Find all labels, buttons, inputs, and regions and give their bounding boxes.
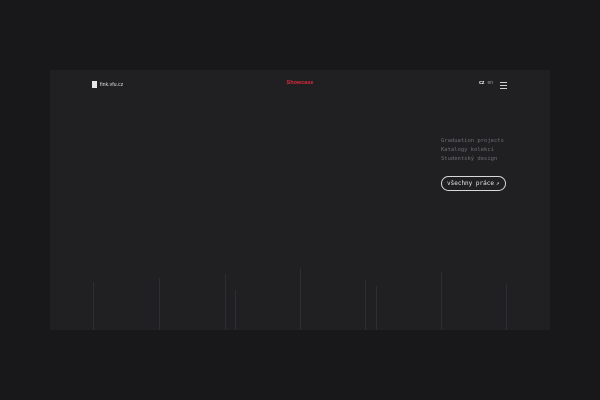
decor-line (93, 282, 94, 330)
category-links: Graduation projects Katalogy kolekcí Stu… (441, 137, 504, 164)
decor-line (300, 268, 301, 330)
page-title[interactable]: Showcase (50, 80, 550, 86)
language-switch: cz en (479, 80, 493, 86)
decor-line (225, 274, 226, 330)
category-link-student-design[interactable]: Studentský design (441, 155, 504, 164)
arrow-up-right-icon: ↗ (495, 180, 500, 187)
decor-line (506, 284, 507, 330)
all-works-label: všechny práce (447, 180, 494, 187)
page-frame: fink.vfu.cz Showcase cz en Graduation pr… (50, 70, 550, 330)
hamburger-icon[interactable] (500, 82, 507, 89)
lang-option-en[interactable]: en (487, 80, 493, 86)
decor-line (235, 290, 236, 330)
all-works-button[interactable]: všechny práce ↗ (441, 176, 506, 191)
category-link-graduation[interactable]: Graduation projects (441, 137, 504, 146)
category-link-catalogs[interactable]: Katalogy kolekcí (441, 146, 504, 155)
decor-line (365, 280, 366, 330)
decor-line (159, 278, 160, 330)
lang-option-cz[interactable]: cz (479, 80, 484, 86)
decor-line (441, 272, 442, 330)
decor-line (376, 286, 377, 330)
